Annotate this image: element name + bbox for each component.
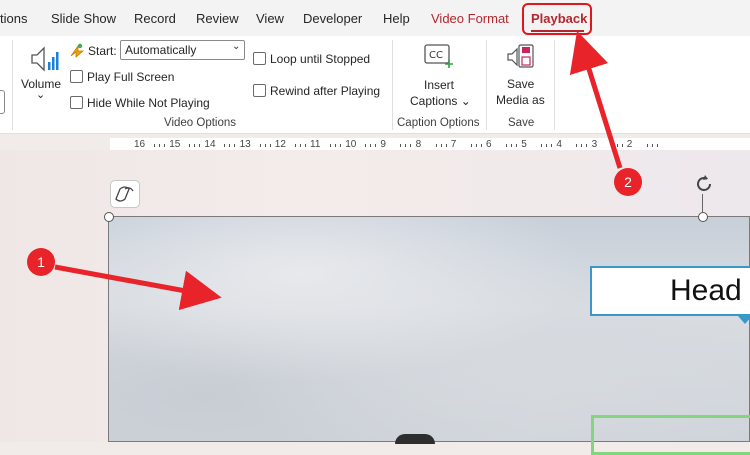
- annotation-arrow-1: [54, 264, 222, 311]
- annotation-badge-2: 2: [614, 168, 642, 196]
- annotation-arrow-2: [569, 30, 623, 169]
- annotation-badge-1: 1: [27, 248, 55, 276]
- annotation-arrows: [54, 30, 623, 311]
